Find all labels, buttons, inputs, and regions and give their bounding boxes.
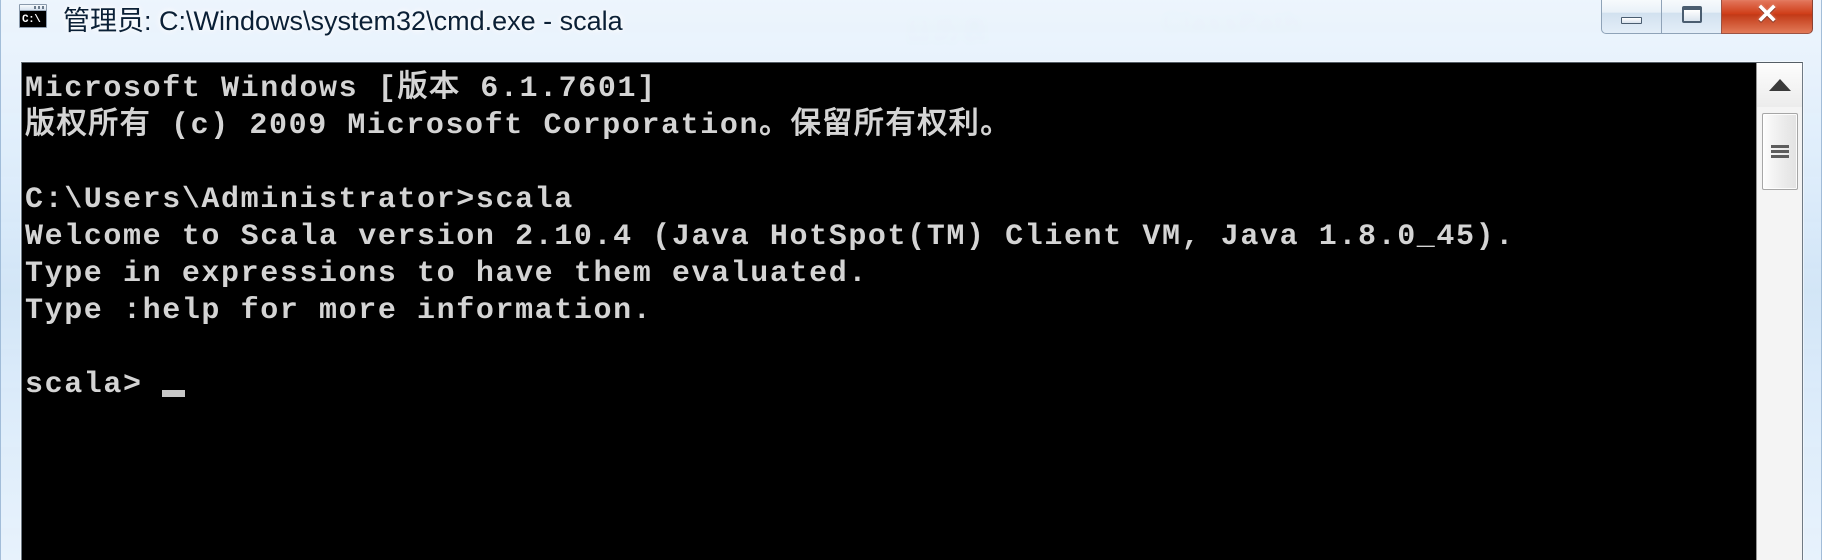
console-line: C:\Users\Administrator>scala [25, 183, 574, 217]
text-cursor [161, 390, 185, 397]
cmd-window: C:\ 管理员: C:\Windows\system32\cmd.exe - s… [0, 0, 1822, 560]
console-client-area: Microsoft Windows [版本 6.1.7601] 版权所有 (c)… [21, 62, 1803, 560]
window-titlebar[interactable]: C:\ 管理员: C:\Windows\system32\cmd.exe - s… [1, 0, 1821, 54]
scala-prompt: scala> [25, 368, 143, 402]
scrollbar-thumb[interactable] [1762, 113, 1798, 190]
scroll-up-button[interactable] [1757, 63, 1802, 107]
console-prompt-line: scala> [25, 367, 1757, 404]
chevron-up-icon [1768, 79, 1791, 91]
minimize-button[interactable] [1601, 0, 1661, 34]
window-title: 管理员: C:\Windows\system32\cmd.exe - scala [63, 6, 623, 36]
maximize-icon [1681, 5, 1702, 23]
cmd-exe-icon: C:\ [19, 4, 47, 28]
vertical-scrollbar[interactable] [1756, 63, 1802, 560]
minimize-icon [1621, 16, 1642, 24]
caption-button-group: ✕ [1601, 0, 1813, 34]
maximize-button[interactable] [1661, 0, 1721, 34]
console-output[interactable]: Microsoft Windows [版本 6.1.7601] 版权所有 (c)… [22, 63, 1757, 560]
console-line: Type :help for more information. [25, 294, 653, 328]
icon-console-text: C:\ [20, 11, 46, 27]
screenshot-root: 日历表 ClassPath C:\ 管理员: C:\Windows\system… [0, 0, 1822, 560]
console-line: Type in expressions to have them evaluat… [25, 257, 868, 291]
console-line: Microsoft Windows [版本 6.1.7601] [25, 72, 657, 106]
icon-caption-dots [34, 6, 45, 9]
grip-icon [1771, 145, 1789, 158]
close-button[interactable]: ✕ [1721, 0, 1813, 34]
console-line: 版权所有 (c) 2009 Microsoft Corporation。保留所有… [25, 109, 1012, 143]
console-line: Welcome to Scala version 2.10.4 (Java Ho… [25, 220, 1515, 254]
close-icon: ✕ [1755, 0, 1779, 29]
